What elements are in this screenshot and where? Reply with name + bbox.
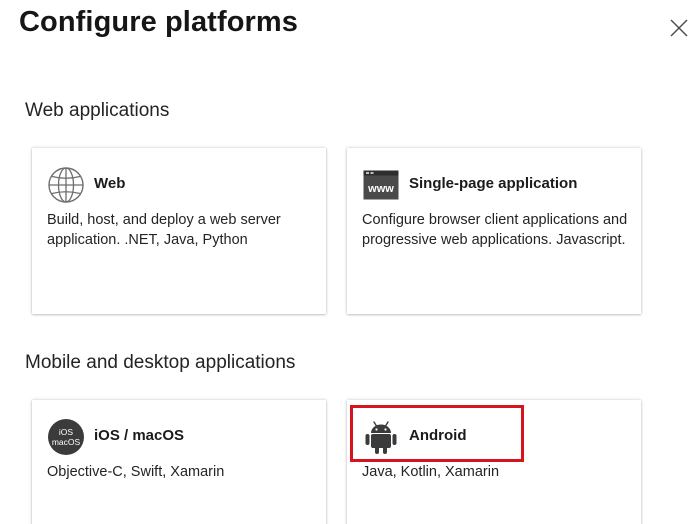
ios-macos-icon: iOS macOS [47, 418, 85, 456]
platform-name-spa: Single-page application [409, 175, 578, 192]
platform-description-android: Java, Kotlin, Xamarin [362, 464, 500, 480]
android-icon [362, 418, 400, 456]
close-icon [670, 19, 688, 37]
platform-description-spa: Configure browser client applications an… [362, 212, 628, 248]
platform-card-ios-macos[interactable]: iOS macOS iOS / macOS Objective-C, Swift… [32, 400, 326, 524]
ios-icon-label-top: iOS [58, 427, 74, 437]
www-icon-label: www [367, 183, 394, 195]
platform-name-ios-macos: iOS / macOS [94, 427, 185, 444]
section-title-web-applications: Web applications [25, 100, 170, 121]
page-title: Configure platforms [19, 6, 299, 38]
platform-description-web: Build, host, and deploy a web server app… [47, 212, 281, 248]
platform-card-web[interactable]: Web Build, host, and deploy a web server… [32, 148, 326, 314]
globe-icon [47, 166, 85, 204]
platform-description-ios-macos: Objective-C, Swift, Xamarin [47, 464, 225, 480]
platform-card-android[interactable]: Android Java, Kotlin, Xamarin [347, 400, 641, 524]
platform-name-web: Web [94, 175, 126, 192]
platform-name-android: Android [409, 427, 467, 444]
section-title-mobile-desktop: Mobile and desktop applications [25, 352, 296, 373]
platform-card-spa[interactable]: www Single-page application Configure br… [347, 148, 641, 314]
close-button[interactable] [666, 14, 692, 40]
www-browser-icon: www [362, 166, 400, 204]
ios-icon-label-bottom: macOS [51, 437, 81, 447]
